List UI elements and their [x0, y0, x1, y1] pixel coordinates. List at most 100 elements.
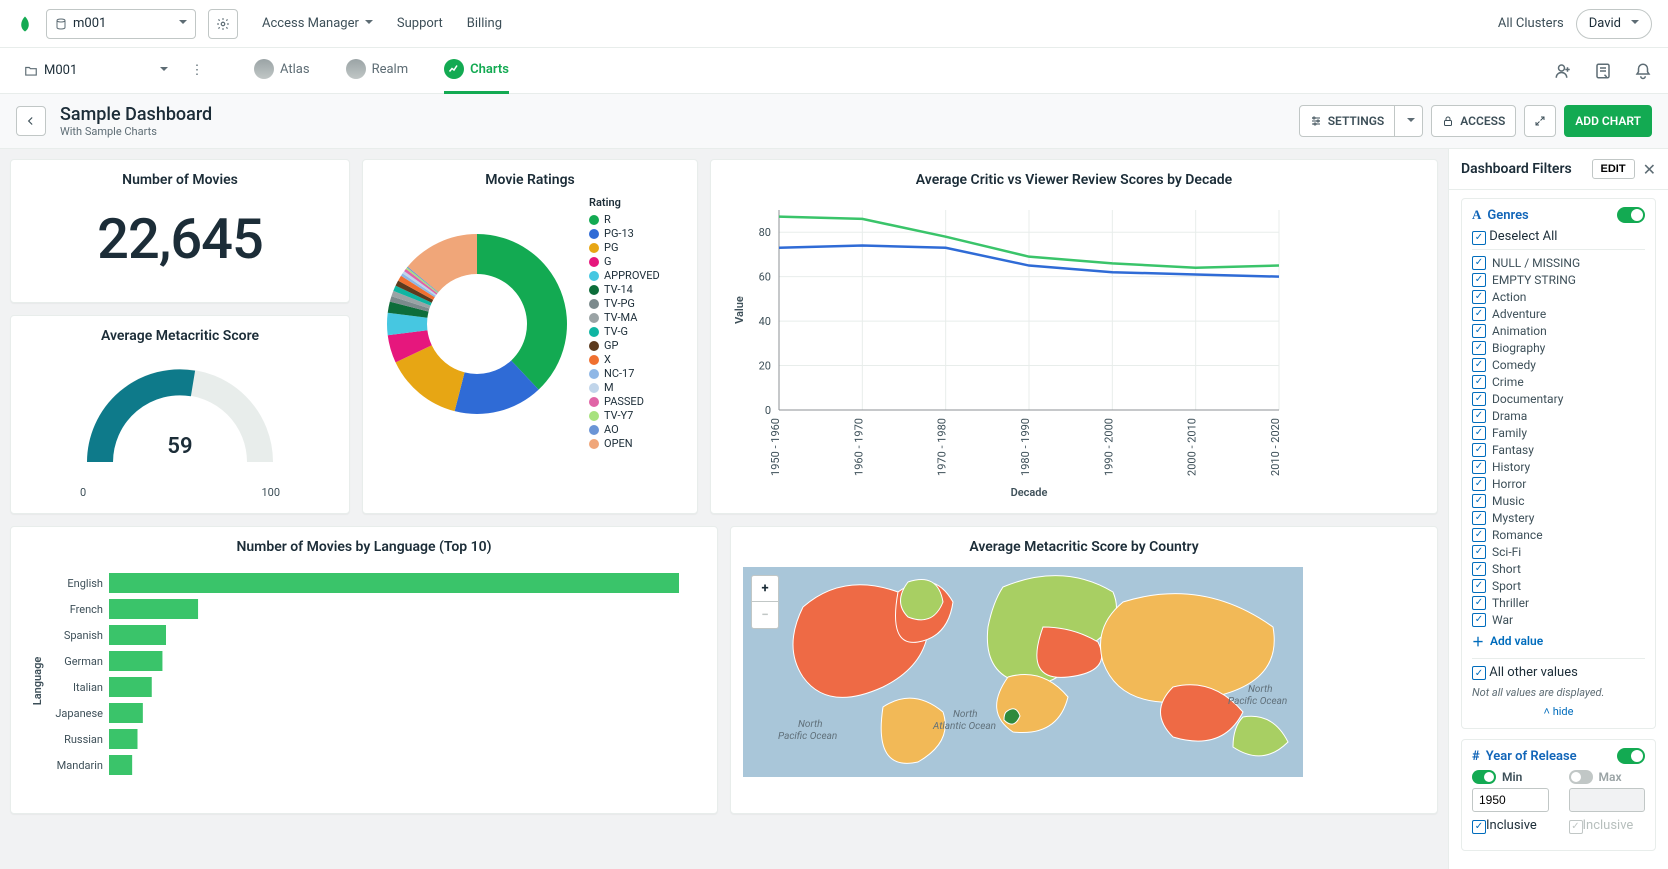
genre-option[interactable]: ✓Thriller	[1472, 596, 1645, 610]
billing-link[interactable]: Billing	[467, 16, 502, 31]
tab-realm[interactable]: Realm	[346, 48, 409, 94]
checkbox[interactable]: ✓	[1472, 494, 1486, 508]
checkbox[interactable]: ✓	[1472, 290, 1486, 304]
checkbox[interactable]: ✓	[1472, 426, 1486, 440]
genre-option[interactable]: ✓Adventure	[1472, 307, 1645, 321]
support-link[interactable]: Support	[397, 16, 443, 31]
max-toggle[interactable]	[1569, 770, 1593, 784]
settings-menu-button[interactable]	[1395, 105, 1423, 137]
invite-user-button[interactable]	[1554, 62, 1572, 80]
card-map[interactable]: Average Metacritic Score by Country + −	[730, 526, 1438, 814]
year-toggle[interactable]	[1617, 748, 1645, 764]
checkbox[interactable]: ✓	[1472, 820, 1486, 834]
line-chart: 0204060801950 - 19601960 - 19701970 - 19…	[729, 200, 1289, 500]
genre-option[interactable]: ✓EMPTY STRING	[1472, 273, 1645, 287]
card-bars[interactable]: Number of Movies by Language (Top 10) En…	[10, 526, 718, 814]
activity-feed-button[interactable]	[1594, 62, 1612, 80]
dashboard-canvas: Number of Movies 22,645 Average Metacrit…	[0, 149, 1448, 869]
checkbox[interactable]: ✓	[1472, 528, 1486, 542]
checkbox[interactable]: ✓	[1472, 596, 1486, 610]
checkbox[interactable]: ✓	[1472, 409, 1486, 423]
subnav: M001 ⋮ Atlas Realm Charts	[0, 48, 1668, 94]
checkbox[interactable]: ✓	[1472, 375, 1486, 389]
checkbox[interactable]: ✓	[1472, 307, 1486, 321]
svg-text:60: 60	[759, 271, 771, 284]
svg-text:40: 40	[759, 315, 771, 328]
min-input[interactable]	[1472, 788, 1549, 812]
access-manager-link[interactable]: Access Manager	[262, 16, 373, 31]
checkbox[interactable]: ✓	[1472, 460, 1486, 474]
checkbox[interactable]: ✓	[1472, 511, 1486, 525]
genre-option[interactable]: ✓Family	[1472, 426, 1645, 440]
filter-genres: A Genres ✓ Deselect All ✓NULL / MISSING✓…	[1461, 198, 1656, 729]
tab-charts[interactable]: Charts	[444, 48, 509, 94]
checkbox[interactable]: ✓	[1472, 256, 1486, 270]
zoom-in-button[interactable]: +	[752, 576, 778, 602]
checkbox[interactable]: ✓	[1472, 324, 1486, 338]
user-menu[interactable]: David	[1576, 9, 1652, 39]
edit-filters-button[interactable]: EDIT	[1592, 159, 1635, 179]
add-value-button[interactable]: ＋Add value	[1472, 633, 1645, 650]
checkbox[interactable]: ✓	[1472, 443, 1486, 457]
genre-option[interactable]: ✓NULL / MISSING	[1472, 256, 1645, 270]
back-button[interactable]	[16, 106, 46, 136]
access-button[interactable]: ACCESS	[1431, 105, 1516, 137]
genre-option[interactable]: ✓Documentary	[1472, 392, 1645, 406]
genre-option[interactable]: ✓Horror	[1472, 477, 1645, 491]
genre-option[interactable]: ✓Drama	[1472, 409, 1645, 423]
svg-text:North: North	[1248, 684, 1273, 695]
genre-option[interactable]: ✓Animation	[1472, 324, 1645, 338]
genre-option[interactable]: ✓Comedy	[1472, 358, 1645, 372]
genre-option[interactable]: ✓Sci-Fi	[1472, 545, 1645, 559]
checkbox[interactable]: ✓	[1472, 666, 1486, 680]
atlas-icon	[254, 59, 274, 79]
checkbox[interactable]: ✓	[1472, 477, 1486, 491]
fullscreen-button[interactable]	[1524, 105, 1556, 137]
card-gauge[interactable]: Average Metacritic Score 59 0 100	[10, 315, 350, 514]
genre-option[interactable]: ✓War	[1472, 613, 1645, 627]
genre-option[interactable]: ✓Music	[1472, 494, 1645, 508]
card-line[interactable]: Average Critic vs Viewer Review Scores b…	[710, 159, 1438, 514]
count-value: 22,645	[11, 196, 349, 302]
genre-option[interactable]: ✓History	[1472, 460, 1645, 474]
add-chart-button[interactable]: ADD CHART	[1564, 105, 1652, 137]
genre-option[interactable]: ✓Crime	[1472, 375, 1645, 389]
checkbox[interactable]: ✓	[1472, 545, 1486, 559]
hide-link[interactable]: ˄ hide	[1472, 705, 1645, 718]
genre-option[interactable]: ✓Mystery	[1472, 511, 1645, 525]
checkbox[interactable]: ✓	[1472, 392, 1486, 406]
checkbox[interactable]: ✓	[1472, 231, 1486, 245]
card-donut[interactable]: Movie Ratings Rating RPG-13PGGAPPROVEDTV…	[362, 159, 698, 514]
close-panel-button[interactable]: ✕	[1643, 160, 1656, 179]
checkbox[interactable]: ✓	[1472, 562, 1486, 576]
genres-toggle[interactable]	[1617, 207, 1645, 223]
genre-option[interactable]: ✓Action	[1472, 290, 1645, 304]
sliders-icon	[1310, 115, 1322, 127]
min-toggle[interactable]	[1472, 770, 1496, 784]
text-type-icon: A	[1472, 207, 1481, 223]
zoom-out-button[interactable]: −	[752, 602, 778, 628]
card-title: Average Metacritic Score	[11, 316, 349, 352]
notifications-button[interactable]	[1634, 62, 1652, 80]
folder-menu-button[interactable]: ⋮	[188, 63, 206, 78]
checkbox[interactable]: ✓	[1472, 358, 1486, 372]
project-selector[interactable]: m001	[46, 9, 196, 39]
checkbox[interactable]: ✓	[1472, 273, 1486, 287]
settings-button[interactable]: SETTINGS	[1299, 105, 1396, 137]
genre-option[interactable]: ✓Sport	[1472, 579, 1645, 593]
checkbox[interactable]: ✓	[1472, 613, 1486, 627]
tab-atlas[interactable]: Atlas	[254, 48, 310, 94]
card-count[interactable]: Number of Movies 22,645	[10, 159, 350, 303]
genre-option[interactable]: ✓Short	[1472, 562, 1645, 576]
checkbox[interactable]: ✓	[1472, 341, 1486, 355]
checkbox[interactable]: ✓	[1472, 579, 1486, 593]
map-zoom-control[interactable]: + −	[751, 575, 779, 629]
all-clusters-link[interactable]: All Clusters	[1498, 16, 1564, 31]
folder-selector[interactable]: M001	[16, 56, 176, 86]
genre-option[interactable]: ✓Biography	[1472, 341, 1645, 355]
svg-text:North: North	[798, 719, 823, 730]
project-settings-button[interactable]	[208, 9, 238, 39]
genre-option[interactable]: ✓Fantasy	[1472, 443, 1645, 457]
genre-option[interactable]: ✓Romance	[1472, 528, 1645, 542]
svg-text:2010 - 2020: 2010 - 2020	[1269, 418, 1282, 476]
